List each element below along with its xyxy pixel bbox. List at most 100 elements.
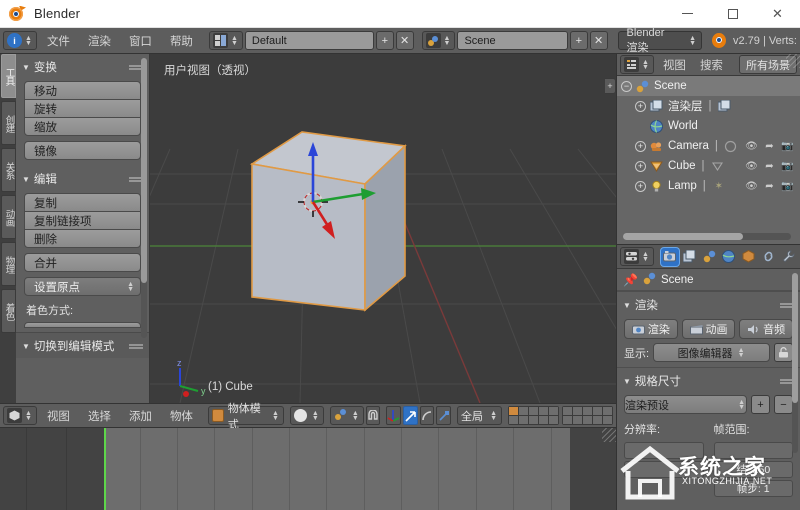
render-image-button[interactable]: 渲染 [624,319,678,339]
menu-render[interactable]: 渲染 [80,31,119,51]
layer-cell[interactable] [509,407,518,415]
timeline-editor[interactable] [0,428,616,510]
viewport-menu-add[interactable]: 添加 [121,406,160,426]
restrict-view-icon[interactable]: 👁 [745,140,758,153]
tool-button-scale[interactable]: 缩放 [24,117,141,136]
tool-button-rotate[interactable]: 旋转 [24,99,141,118]
layout-delete-button[interactable]: ✕ [395,31,414,50]
restrict-view-icon[interactable]: 👁 [745,180,758,193]
toolshelf-tab-animation[interactable]: 动画 [1,195,16,239]
properties-tab-object[interactable] [740,248,758,266]
render-audio-button[interactable]: 音频 [739,319,794,339]
outliner-row-scene[interactable]: − Scene [617,76,800,96]
preset-add-button[interactable]: + [751,395,770,414]
properties-scrollbar[interactable] [792,273,798,453]
layer-cell[interactable] [573,416,582,424]
tool-button-move[interactable]: 移动 [24,81,141,100]
menu-file[interactable]: 文件 [39,31,78,51]
menu-help[interactable]: 帮助 [162,31,201,51]
toolshelf-scrollbar[interactable] [141,58,147,338]
layer-cell[interactable] [549,407,558,415]
maximize-button[interactable] [710,0,755,28]
close-button[interactable]: ✕ [755,0,800,28]
outliner-editor-type-selector[interactable]: ▲ ▼ [620,55,654,74]
render-preset-dropdown[interactable]: 渲染预设 ▲ ▼ [624,395,747,414]
outliner-row-camera[interactable]: + Camera | 👁 ➦ 📷 [617,136,800,156]
toolshelf-tab-shading[interactable]: 着色 [1,289,16,333]
restrict-render-icon[interactable]: 📷 [781,160,794,173]
layer-cell[interactable] [509,416,518,424]
restrict-view-icon[interactable]: 👁 [745,160,758,173]
layer-cell[interactable] [593,416,602,424]
tool-button-duplicate-linked[interactable]: 复制链接项 [24,211,141,230]
viewport-editor-type-selector[interactable]: ▲ ▼ [3,406,37,425]
display-lock-button[interactable] [774,343,793,362]
properties-tab-constraints[interactable] [760,248,778,266]
layer-cell[interactable] [603,407,612,415]
pin-icon[interactable]: 📌 [623,273,638,287]
outliner-row-cube[interactable]: + Cube | 👁 ➦ 📷 [617,156,800,176]
restrict-render-icon[interactable]: 📷 [781,180,794,193]
expand-toggle-icon[interactable]: + [635,180,646,192]
display-mode-dropdown[interactable]: 图像编辑器 ▲ ▼ [653,343,770,362]
transform-orientation-selector[interactable]: 全局 ▲ ▼ [457,406,502,425]
outliner-editor[interactable]: ▲ ▼ 视图 搜索 所有场景 − Scene + 渲染层 | World + C… [616,54,800,244]
properties-tab-render[interactable] [660,247,679,266]
properties-editor[interactable]: ▲ ▼ 📌 Scene ▼ 渲染 渲染 动画 音频 显示: 图像编辑器 ▲ ▼ … [616,244,800,510]
panel-header-edit[interactable]: ▼ 编辑 [16,166,149,191]
layer-cell[interactable] [593,407,602,415]
panel-header-transform[interactable]: ▼ 变换 [16,54,149,79]
manipulator-arrow-button[interactable] [403,406,418,425]
layer-cell[interactable] [573,407,582,415]
expand-toggle-icon[interactable]: + [635,100,646,112]
properties-tab-world[interactable] [720,248,738,266]
area-corner-grip[interactable] [786,54,800,68]
outliner-row-world[interactable]: World [617,116,800,136]
outliner-menu-search[interactable]: 搜索 [695,55,728,75]
panel-header-dimensions[interactable]: ▼ 规格尺寸 [617,367,800,393]
restrict-select-icon[interactable]: ➦ [763,140,776,153]
layer-cell[interactable] [539,407,548,415]
layer-cell[interactable] [603,416,612,424]
viewport-panel-expand-button[interactable]: + [605,78,616,94]
properties-tab-render-layers[interactable] [681,248,699,266]
restrict-select-icon[interactable]: ➦ [763,180,776,193]
restrict-render-icon[interactable]: 📷 [781,140,794,153]
layer-cell[interactable] [519,416,528,424]
properties-tab-scene[interactable] [700,248,718,266]
panel-header-render[interactable]: ▼ 渲染 [617,291,800,317]
snap-magnet-button[interactable] [365,406,381,425]
properties-tab-modifiers[interactable] [779,248,797,266]
layout-add-button[interactable]: + [375,31,394,50]
toolshelf-tab-create[interactable]: 创建 [1,101,16,145]
area-corner-grip[interactable] [602,428,616,442]
manipulator-rotate-button[interactable] [419,406,435,425]
tool-button-mirror[interactable]: 镜像 [24,141,141,160]
scene-delete-button[interactable]: ✕ [589,31,608,50]
layer-cell[interactable] [549,416,558,424]
timeline-playhead[interactable] [104,428,106,510]
viewport-3d[interactable]: z y 用户视图（透视） (1) Cube + [150,54,616,403]
expand-toggle-icon[interactable]: + [635,140,646,152]
frame-end-field[interactable]: 结: 250 [713,461,793,478]
render-animation-button[interactable]: 动画 [681,319,736,339]
scene-add-button[interactable]: + [569,31,588,50]
viewport-shading-selector[interactable]: ▲ ▼ [289,406,324,425]
pivot-point-selector[interactable]: ▲ ▼ [329,406,364,425]
shading-button-partial[interactable] [24,322,141,328]
outliner-row-render-layer[interactable]: + 渲染层 | [617,96,800,116]
toolshelf-tab-tools[interactable]: 工具 [1,54,16,98]
resolution-x-field[interactable] [624,442,704,459]
layer-cell[interactable] [563,416,572,424]
layer-group-1[interactable] [508,406,559,425]
layer-cell[interactable] [529,416,538,424]
viewport-menu-select[interactable]: 选择 [80,406,119,426]
viewport-menu-object[interactable]: 物体 [162,406,201,426]
restrict-select-icon[interactable]: ➦ [763,160,776,173]
layer-group-2[interactable] [562,406,613,425]
toolshelf-tab-relations[interactable]: 关系 [1,148,16,192]
scene-field[interactable]: Scene [457,31,568,50]
menu-window[interactable]: 窗口 [121,31,160,51]
layer-cell[interactable] [583,407,592,415]
preset-remove-button[interactable]: − [774,395,793,414]
